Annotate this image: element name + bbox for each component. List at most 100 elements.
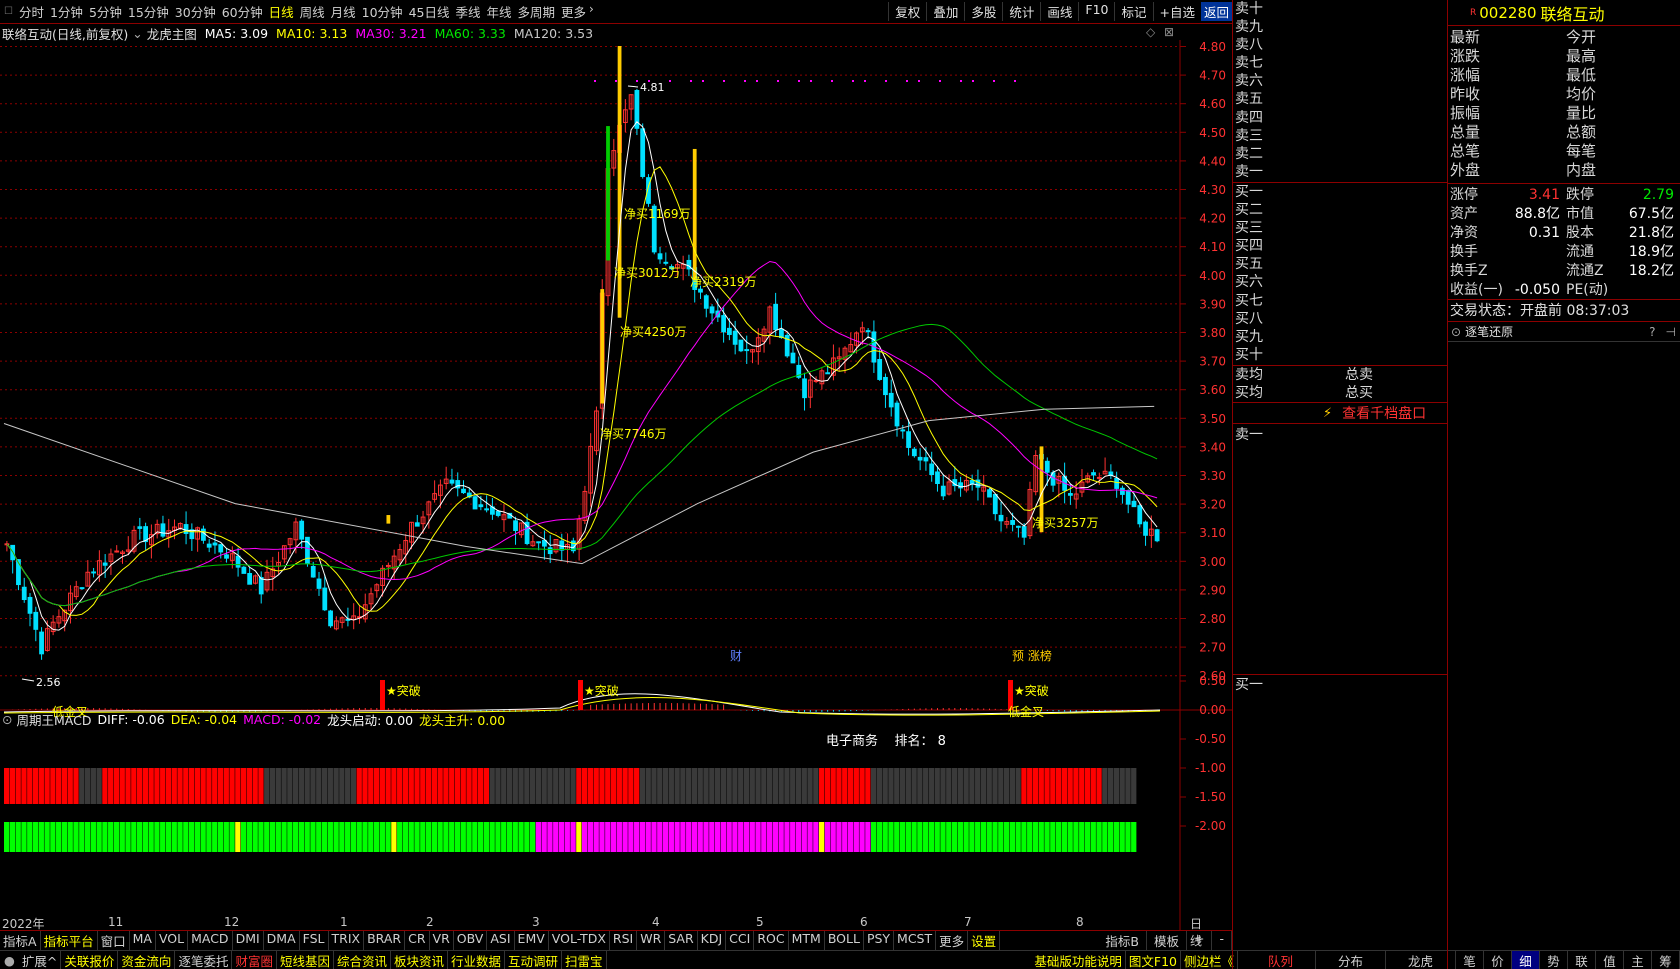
indicator-tab-8[interactable]: FSL bbox=[300, 930, 329, 950]
rank-marker[interactable]: 预 涨榜 bbox=[1012, 648, 1052, 663]
period-tab-3[interactable]: 15分钟 bbox=[125, 2, 172, 21]
indicator-right-tab-0[interactable]: 指标B bbox=[1098, 930, 1147, 950]
pin-icon[interactable]: ● bbox=[0, 953, 19, 968]
settings-icon[interactable]: ⊙ bbox=[2, 712, 12, 727]
period-tab-6[interactable]: 日线 bbox=[266, 2, 297, 21]
macd-title[interactable]: 周期王MACD bbox=[16, 710, 91, 729]
indicator-tab-0[interactable]: 指标A bbox=[0, 930, 41, 950]
indicator-tab-25[interactable]: PSY bbox=[864, 930, 895, 950]
info-right-tab-2[interactable]: 侧边栏《 bbox=[1181, 950, 1238, 969]
indicator-tab-28[interactable]: 设置 bbox=[968, 930, 1001, 950]
info-tab-1[interactable]: 关联报价 bbox=[61, 950, 119, 969]
trend-cell bbox=[865, 768, 871, 804]
toolbar-button-2[interactable]: 多股 bbox=[964, 2, 1002, 21]
phase-cell bbox=[686, 822, 692, 852]
buy-level-2: 买二 bbox=[1235, 202, 1263, 219]
period-tab-1[interactable]: 1分钟 bbox=[47, 2, 86, 21]
finance-marker[interactable]: 财 bbox=[730, 649, 742, 663]
toolbar-button-5[interactable]: F10 bbox=[1078, 2, 1114, 21]
kline-chart[interactable]: 4.80 4.70 4.60 4.50 4.40 4.30 4.20 4.10 4.00 3.90… bbox=[0, 40, 1232, 930]
info-tab-0[interactable]: 扩展^ bbox=[19, 950, 62, 969]
toolbar-button-4[interactable]: 画线 bbox=[1040, 2, 1078, 21]
indicator-right-tab-2[interactable]: + bbox=[1187, 930, 1213, 950]
indicator-tab-3[interactable]: MA bbox=[130, 930, 156, 950]
toolbar-button-0[interactable]: 复权 bbox=[888, 2, 926, 21]
period-tab-8[interactable]: 月线 bbox=[328, 2, 359, 21]
info-tab-8[interactable]: 行业数据 bbox=[448, 950, 506, 969]
phase-cell bbox=[1055, 822, 1062, 852]
indicator-tab-16[interactable]: VOL-TDX bbox=[549, 930, 610, 950]
indicator-tab-1[interactable]: 指标平台 bbox=[41, 930, 98, 950]
indicator-tab-6[interactable]: DMI bbox=[233, 930, 264, 950]
indicator-tab-14[interactable]: ASI bbox=[487, 930, 515, 950]
indicator-tab-23[interactable]: MTM bbox=[789, 930, 825, 950]
toolbar-button-7[interactable]: +自选 bbox=[1152, 2, 1201, 21]
phase-cell bbox=[969, 822, 975, 852]
help-icon[interactable]: ? bbox=[1649, 325, 1655, 339]
period-tab-2[interactable]: 5分钟 bbox=[86, 2, 125, 21]
period-tab-4[interactable]: 30分钟 bbox=[172, 2, 219, 21]
depth-link-row[interactable]: ⚡ 查看千档盘口 bbox=[1233, 402, 1447, 424]
indicator-tab-19[interactable]: SAR bbox=[665, 930, 698, 950]
period-tab-0[interactable]: 分时 bbox=[16, 2, 47, 21]
phase-cell bbox=[986, 822, 992, 852]
info-tab-6[interactable]: 综合资讯 bbox=[334, 950, 391, 969]
toolbar-button-1[interactable]: 叠加 bbox=[926, 2, 964, 21]
indicator-tab-7[interactable]: DMA bbox=[264, 930, 300, 950]
back-button[interactable]: 返回 bbox=[1200, 2, 1232, 21]
indicator-tab-4[interactable]: VOL bbox=[156, 930, 189, 950]
chevron-right-icon[interactable]: › bbox=[589, 2, 594, 21]
info-right-tab-0[interactable]: 基础版功能说明 bbox=[1031, 950, 1126, 969]
indicator-tab-21[interactable]: CCI bbox=[726, 930, 755, 950]
collapse-icon[interactable]: ⊙ bbox=[1451, 325, 1461, 339]
info-tab-9[interactable]: 互动调研 bbox=[505, 950, 563, 969]
indicator-tab-27[interactable]: 更多 bbox=[936, 930, 969, 950]
indicator-tab-2[interactable]: 窗口 bbox=[98, 930, 130, 950]
period-tab-12[interactable]: 年线 bbox=[483, 2, 514, 21]
indicator-tab-18[interactable]: WR bbox=[637, 930, 666, 950]
phase-cell bbox=[905, 822, 911, 852]
indicator-tab-5[interactable]: MACD bbox=[188, 930, 233, 950]
view-depth-link[interactable]: 查看千档盘口 bbox=[1342, 403, 1426, 423]
period-tab-10[interactable]: 45日线 bbox=[406, 2, 453, 21]
period-tab-7[interactable]: 周线 bbox=[297, 2, 328, 21]
trend-cell bbox=[657, 768, 663, 804]
info-right-tab-1[interactable]: 图文F10 bbox=[1126, 950, 1181, 969]
indicator-right-tab-3[interactable]: - bbox=[1212, 930, 1232, 950]
diamond-icon[interactable]: ◇ bbox=[1146, 25, 1155, 39]
info-tab-5[interactable]: 短线基因 bbox=[277, 950, 334, 969]
period-tab-5[interactable]: 60分钟 bbox=[219, 2, 266, 21]
indicator-tab-24[interactable]: BOLL bbox=[825, 930, 864, 950]
pin-right-icon[interactable]: ⊣ bbox=[1666, 325, 1676, 339]
indicator-right-tab-1[interactable]: 模板 bbox=[1147, 930, 1187, 950]
period-tab-9[interactable]: 10分钟 bbox=[359, 2, 406, 21]
indicator-tab-20[interactable]: KDJ bbox=[698, 930, 727, 950]
chevron-down-icon[interactable]: ⌄ bbox=[132, 26, 142, 41]
phase-cell bbox=[466, 822, 472, 852]
info-tab-2[interactable]: 资金流向 bbox=[118, 950, 176, 969]
toolbar-grip-icon[interactable]: ☐ bbox=[4, 6, 13, 17]
indicator-tab-10[interactable]: BRAR bbox=[364, 930, 406, 950]
period-tab-13[interactable]: 多周期 bbox=[515, 2, 559, 21]
indicator-tab-26[interactable]: MCST bbox=[894, 930, 937, 950]
phase-cell bbox=[483, 822, 490, 852]
info-tab-4[interactable]: 财富圈 bbox=[232, 950, 277, 969]
close-icon[interactable]: ⊠ bbox=[1164, 25, 1174, 39]
indicator-tab-12[interactable]: VR bbox=[430, 930, 454, 950]
indicator-tab-11[interactable]: CR bbox=[405, 930, 430, 950]
period-tab-14[interactable]: 更多 bbox=[558, 2, 589, 21]
phase-cell bbox=[801, 822, 807, 852]
toolbar-button-6[interactable]: 标记 bbox=[1114, 2, 1152, 21]
trend-cell bbox=[252, 768, 258, 804]
info-tab-3[interactable]: 逐笔委托 bbox=[175, 950, 233, 969]
period-tab-11[interactable]: 季线 bbox=[452, 2, 483, 21]
indicator-tab-17[interactable]: RSI bbox=[610, 930, 638, 950]
toolbar-button-3[interactable]: 统计 bbox=[1002, 2, 1040, 21]
indicator-tab-13[interactable]: OBV bbox=[454, 930, 488, 950]
indicator-tab-9[interactable]: TRIX bbox=[329, 930, 365, 950]
info-tab-7[interactable]: 板块资讯 bbox=[391, 950, 449, 969]
candle-body bbox=[940, 485, 946, 497]
info-tab-10[interactable]: 扫雷宝 bbox=[562, 950, 607, 969]
indicator-tab-22[interactable]: ROC bbox=[754, 930, 789, 950]
indicator-tab-15[interactable]: EMV bbox=[515, 930, 549, 950]
